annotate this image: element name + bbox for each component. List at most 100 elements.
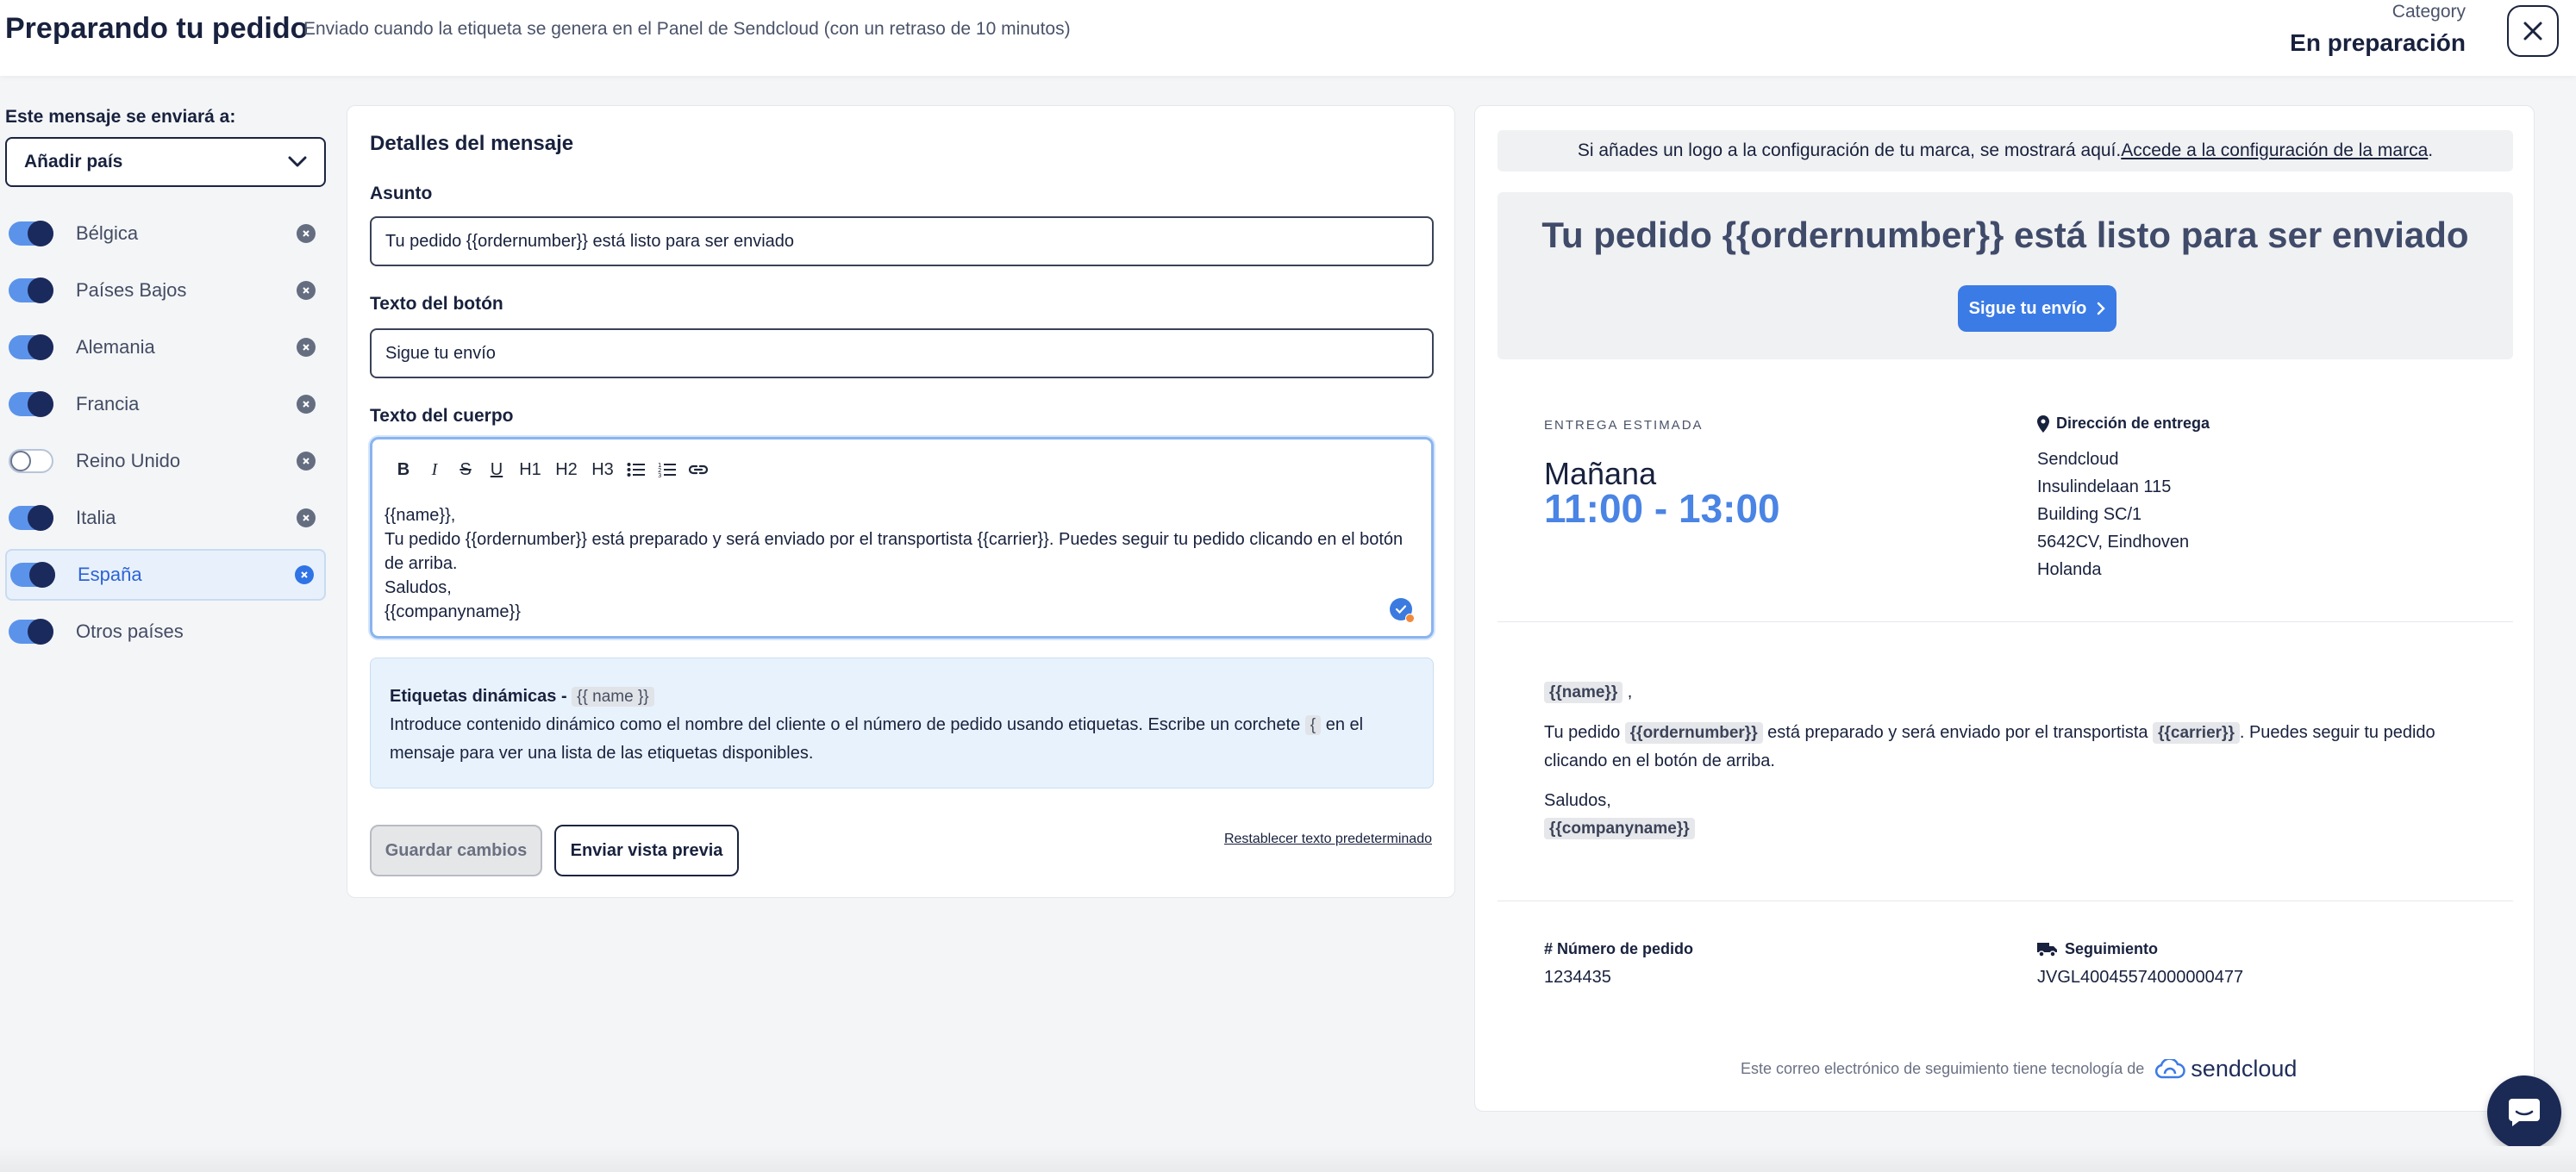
numbered-list-icon[interactable]: 123 — [652, 455, 683, 484]
address-line: Sendcloud — [2037, 450, 2119, 469]
country-toggle[interactable] — [9, 505, 53, 531]
add-country-dropdown[interactable]: Añadir país — [5, 137, 326, 187]
preview-hero: Tu pedido {{ordernumber}} está listo par… — [1497, 192, 2513, 359]
country-toggle[interactable] — [10, 562, 55, 588]
dynamic-tags-text: Introduce contenido dinámico como el nom… — [390, 715, 1305, 734]
country-name: Bélgica — [76, 222, 139, 244]
body-line: Saludos, — [385, 578, 452, 597]
body-text: Tu pedido — [1544, 723, 1625, 742]
h3-button[interactable]: H3 — [585, 455, 621, 484]
chevron-down-icon — [288, 156, 307, 167]
map-pin-icon — [2037, 415, 2049, 433]
brand-name: sendcloud — [2191, 1056, 2298, 1082]
body-text-editor[interactable]: B I S U H1 H2 H3 123 {{name}}, Tu pedido… — [370, 437, 1434, 639]
powered-text: Este correo electrónico de seguimiento t… — [1741, 1060, 2145, 1077]
country-toggle[interactable] — [9, 221, 53, 246]
remove-country-icon[interactable] — [295, 565, 314, 584]
country-item-francia[interactable]: Francia — [5, 378, 326, 430]
country-name: Países Bajos — [76, 279, 187, 301]
sendcloud-logo: sendcloud — [2154, 1056, 2297, 1082]
h1-button[interactable]: H1 — [512, 455, 548, 484]
country-item-belgica[interactable]: Bélgica — [5, 208, 326, 259]
country-toggle[interactable] — [9, 277, 53, 303]
remove-country-icon[interactable] — [297, 224, 316, 243]
send-to-label: Este mensaje se enviará a: — [5, 107, 236, 127]
body-greeting: Saludos, — [1544, 791, 1611, 810]
card-title: Detalles del mensaje — [370, 132, 574, 155]
dynamic-tags-info: Etiquetas dinámicas - {{ name }} Introdu… — [370, 658, 1434, 789]
subject-input[interactable] — [370, 216, 1434, 266]
remove-country-icon[interactable] — [297, 281, 316, 300]
close-icon — [2523, 22, 2542, 41]
track-shipment-label: Sigue tu envío — [1968, 298, 2087, 318]
country-name: Alemania — [76, 336, 155, 358]
brace-chip: { — [1304, 715, 1322, 735]
chat-icon — [2509, 1099, 2540, 1126]
grammar-check-icon[interactable] — [1390, 598, 1415, 623]
page-subtitle: Enviado cuando la etiqueta se genera en … — [303, 19, 1071, 39]
add-country-label: Añadir país — [24, 152, 123, 171]
country-item-alemania[interactable]: Alemania — [5, 321, 326, 373]
country-item-italia[interactable]: Italia — [5, 492, 326, 544]
body-line: {{companyname}} — [385, 602, 521, 621]
preview-body: {{name}} , Tu pedido {{ordernumber}} est… — [1544, 678, 2492, 843]
logo-notice-end: . — [2428, 140, 2434, 160]
editor-content[interactable]: {{name}}, Tu pedido {{ordernumber}} está… — [385, 503, 1416, 624]
country-item-paises-bajos[interactable]: Países Bajos — [5, 265, 326, 316]
category-value: En preparación — [2290, 29, 2466, 56]
body-text-label: Texto del cuerpo — [370, 406, 514, 426]
country-item-espana[interactable]: España — [5, 549, 326, 601]
svg-text:3: 3 — [658, 472, 661, 478]
track-shipment-button[interactable]: Sigue tu envío — [1958, 285, 2116, 332]
address-line: 5642CV, Eindhoven — [2037, 533, 2190, 552]
country-name: España — [78, 564, 142, 585]
send-preview-button[interactable]: Enviar vista previa — [554, 825, 739, 876]
country-item-reino-unido[interactable]: Reino Unido — [5, 435, 326, 487]
country-toggle[interactable] — [9, 619, 53, 645]
bottom-shade — [0, 1146, 2576, 1172]
country-toggle[interactable] — [9, 449, 53, 473]
tag-name: {{name}} — [1544, 682, 1623, 703]
dynamic-tag-example: {{ name }} — [572, 687, 654, 707]
country-name: Reino Unido — [76, 450, 181, 471]
category-label: Category — [2392, 2, 2466, 22]
chat-button[interactable] — [2487, 1075, 2561, 1150]
address-line: Building SC/1 — [2037, 505, 2142, 524]
link-icon[interactable] — [683, 455, 714, 484]
underline-button[interactable]: U — [481, 455, 512, 484]
button-text-input[interactable] — [370, 328, 1434, 378]
save-changes-button[interactable]: Guardar cambios — [370, 825, 542, 876]
remove-country-icon[interactable] — [297, 338, 316, 357]
strikethrough-button[interactable]: S — [450, 455, 481, 484]
bullet-list-icon[interactable] — [621, 455, 652, 484]
page-title: Preparando tu pedido — [5, 12, 309, 45]
country-toggle[interactable] — [9, 334, 53, 360]
body-line: {{name}}, — [385, 506, 456, 525]
delivery-address-title: Dirección de entrega — [2056, 415, 2210, 432]
tag-companyname: {{companyname}} — [1544, 818, 1695, 839]
tracking-value: JVGL40045574000000477 — [2037, 968, 2244, 987]
message-details-card: Detalles del mensaje Asunto Texto del bo… — [347, 105, 1455, 898]
bold-button[interactable]: B — [388, 455, 419, 484]
subject-label: Asunto — [370, 184, 433, 203]
editor-toolbar: B I S U H1 H2 H3 123 — [388, 455, 714, 484]
close-button[interactable] — [2507, 5, 2559, 57]
divider — [1497, 621, 2513, 622]
order-number-value: 1234435 — [1544, 968, 1611, 987]
country-toggle[interactable] — [9, 391, 53, 417]
country-item-otros-paises[interactable]: Otros países — [5, 606, 326, 658]
remove-country-icon[interactable] — [297, 395, 316, 414]
reset-default-text-link[interactable]: Restablecer texto predeterminado — [1224, 832, 1432, 847]
country-name: Otros países — [76, 620, 184, 642]
tracking-label: Seguimiento — [2037, 940, 2158, 958]
hero-title: Tu pedido {{ordernumber}} está listo par… — [1541, 215, 2469, 255]
country-name: Francia — [76, 393, 140, 415]
brand-settings-link[interactable]: Accede a la configuración de la marca — [2121, 140, 2428, 161]
country-list: Bélgica Países Bajos Alemania Francia Re… — [5, 208, 326, 663]
logo-notice: Si añades un logo a la configuración de … — [1497, 130, 2513, 171]
h2-button[interactable]: H2 — [548, 455, 585, 484]
remove-country-icon[interactable] — [297, 508, 316, 527]
remove-country-icon[interactable] — [297, 452, 316, 471]
truck-icon — [2037, 942, 2057, 957]
italic-button[interactable]: I — [419, 455, 450, 484]
